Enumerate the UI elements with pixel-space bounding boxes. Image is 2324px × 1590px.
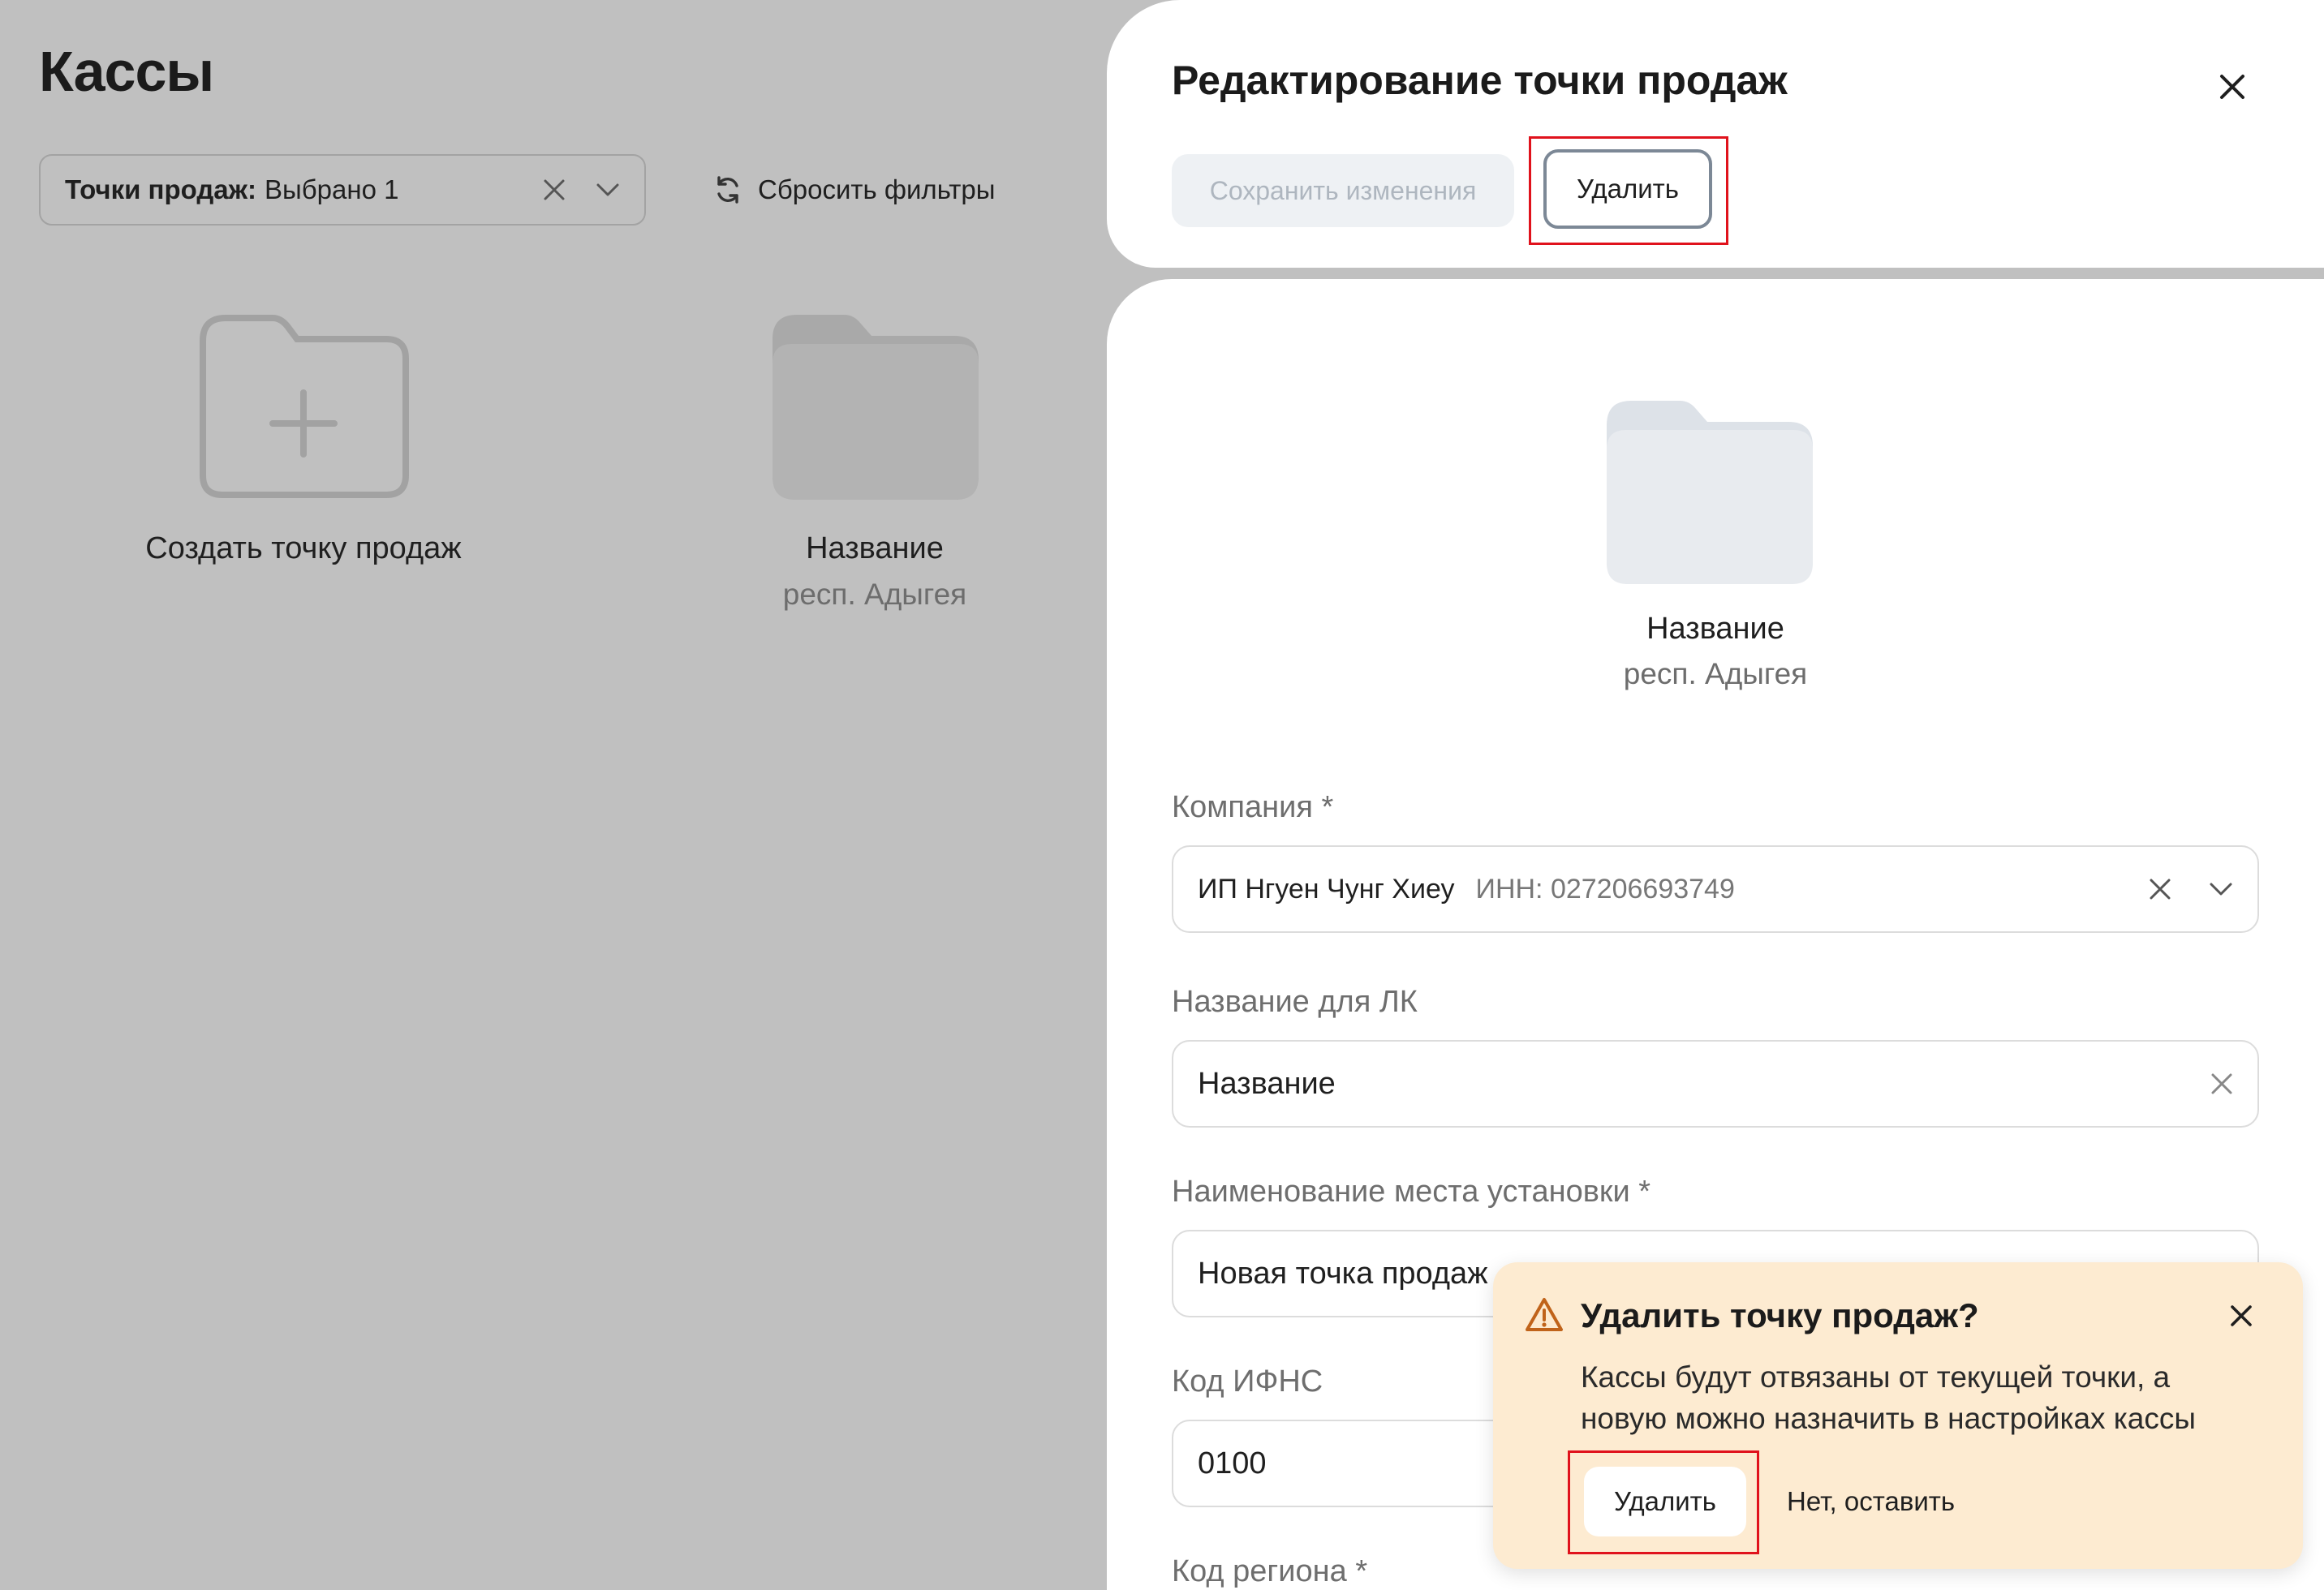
refresh-icon	[712, 174, 743, 205]
ifns-code-label: Код ИФНС	[1172, 1364, 1323, 1399]
edit-panel-header: Редактирование точки продаж Сохранить из…	[1107, 0, 2324, 268]
filter-value: Выбрано 1	[265, 174, 399, 204]
ifns-code-value: 0100	[1198, 1446, 1267, 1480]
sales-points-filter[interactable]: Точки продаж: Выбрано 1	[39, 154, 646, 226]
create-point-tile[interactable]: Создать точку продаж	[133, 308, 474, 566]
tile-subtitle: респ. Адыгея	[782, 578, 967, 611]
company-select[interactable]: ИП Нгуен Чунг Хиеу ИНН: 027206693749	[1172, 845, 2259, 933]
page-title: Кассы	[39, 40, 214, 103]
region-code-label: Код региона *	[1172, 1554, 1368, 1588]
chevron-down-icon[interactable]	[596, 182, 620, 198]
close-icon[interactable]	[2212, 67, 2253, 107]
point-tile[interactable]: Название респ. Адыгея	[704, 308, 1045, 612]
chevron-down-icon[interactable]	[2209, 881, 2233, 897]
reset-filters-button[interactable]: Сбросить фильтры	[712, 165, 996, 214]
popover-text: Кассы будут отвязаны от текущей точки, а…	[1581, 1360, 2196, 1435]
filter-label: Точки продаж:	[65, 174, 257, 204]
confirm-delete-button[interactable]: Удалить	[1584, 1467, 1746, 1536]
company-label: Компания *	[1172, 790, 1334, 824]
close-icon[interactable]	[2230, 1304, 2253, 1327]
tile-title: Название	[806, 531, 944, 565]
lk-name-label: Название для ЛК	[1172, 985, 1418, 1019]
install-place-label: Наименование места установки *	[1172, 1175, 1651, 1209]
folder-icon	[1600, 396, 1819, 587]
panel-title: Редактирование точки продаж	[1172, 58, 1788, 103]
clear-icon[interactable]	[2210, 1072, 2233, 1095]
company-value: ИП Нгуен Чунг Хиеу	[1198, 873, 1455, 905]
delete-button[interactable]: Удалить	[1543, 149, 1712, 229]
folder-icon	[766, 308, 983, 503]
company-inn: ИНН: 027206693749	[1475, 873, 1735, 905]
clear-icon[interactable]	[2149, 878, 2171, 900]
delete-confirm-popover: Удалить точку продаж? Кассы будут отвяза…	[1493, 1262, 2303, 1569]
save-changes-button[interactable]: Сохранить изменения	[1172, 154, 1514, 227]
reset-filters-label: Сбросить фильтры	[758, 174, 996, 204]
install-place-value: Новая точка продаж	[1198, 1256, 1488, 1291]
lk-name-input[interactable]: Название	[1172, 1040, 2259, 1128]
point-region: респ. Адыгея	[1623, 657, 1808, 690]
cancel-keep-button[interactable]: Нет, оставить	[1782, 1467, 1960, 1536]
lk-name-value: Название	[1198, 1066, 1336, 1101]
point-name: Название	[1646, 612, 1784, 646]
clear-icon[interactable]	[542, 178, 566, 202]
folder-add-icon	[195, 308, 412, 503]
warning-icon	[1524, 1296, 1564, 1334]
popover-title: Удалить точку продаж?	[1581, 1296, 1979, 1334]
tile-title: Создать точку продаж	[145, 531, 462, 565]
